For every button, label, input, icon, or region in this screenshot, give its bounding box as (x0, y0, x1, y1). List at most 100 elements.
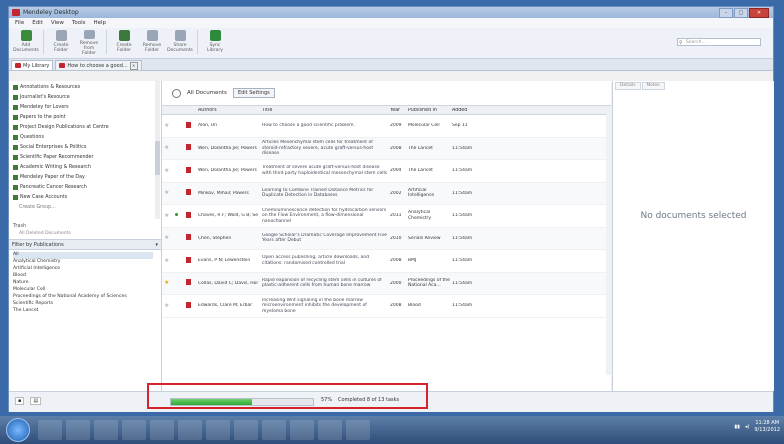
all-deleted-item[interactable]: All Deleted Documents (9, 231, 161, 239)
table-row[interactable]: ★ Chaves, R F; Wold, G B; Se Chemiluminesc… (162, 205, 611, 228)
table-row[interactable]: ★ Minkov, Mihail; Powers Learning to Combi… (162, 182, 611, 205)
sidebar-item[interactable]: Pancreatic Cancer Research (9, 182, 161, 192)
toolbar-button-4[interactable]: Remove Folder (139, 28, 165, 56)
tab-my-library[interactable]: My Library (11, 60, 54, 70)
chrome-icon[interactable] (150, 420, 174, 440)
filter-item[interactable]: Nature (13, 280, 161, 287)
sidebar-item[interactable]: Mendeley Paper of the Day (9, 172, 161, 182)
toolbar-button-6[interactable]: Sync Library (202, 28, 228, 56)
sidebar-item[interactable]: Journalist's Resource (9, 92, 161, 102)
filter-item[interactable]: Artificial Intelligence (13, 266, 161, 273)
panel-button[interactable]: ▤ (30, 397, 42, 405)
menu-edit[interactable]: Edit (32, 20, 43, 26)
menu-tools[interactable]: Tools (72, 20, 86, 26)
favorite-star-icon[interactable]: ★ (162, 280, 173, 287)
paint-icon[interactable] (234, 420, 258, 440)
sidebar-item[interactable]: Questions (9, 132, 161, 142)
toolbar-button-5[interactable]: Share Documents (167, 28, 193, 56)
start-button[interactable] (6, 418, 30, 442)
list-scrollbar[interactable] (606, 113, 611, 375)
scroll-thumb[interactable] (155, 141, 160, 175)
explorer-icon[interactable] (66, 420, 90, 440)
volume-icon[interactable]: ◂) (745, 424, 749, 430)
title-cell: Articles Mesenchymal stem cells for trea… (262, 140, 374, 156)
sidebar-item[interactable]: New Case Accounts (9, 192, 161, 202)
sidebar-scrollbar[interactable] (155, 81, 160, 219)
column-header[interactable]: Year (388, 108, 406, 113)
column-header[interactable]: Title (260, 108, 388, 113)
filter-dropdown[interactable]: Filter by Publications ▾ (9, 239, 161, 250)
sidebar-item[interactable]: Annotations & Resources (9, 82, 161, 92)
tool-icon[interactable] (346, 420, 370, 440)
minimize-button[interactable]: – (719, 8, 733, 18)
table-row[interactable]: ★ Wen, Dolantha Jie; Powers Articles Mesen… (162, 137, 611, 160)
authors-cell: Wen, Dolantha Jie; Powers (198, 168, 257, 173)
read-status-icon[interactable] (173, 213, 184, 219)
toolbar-button-1[interactable]: Create Folder (48, 28, 74, 56)
sidebar-item[interactable]: Project Design Publications at Centre (9, 122, 161, 132)
toggle-sidebar-button[interactable]: ▪ (15, 397, 25, 405)
skype-icon[interactable] (122, 420, 146, 440)
table-row[interactable]: ★ Evans, P N; Lewenstein Open access publi… (162, 250, 611, 273)
table-row[interactable]: ★ Edwards, Clare M; Erbar Increasing Wnt s… (162, 295, 611, 318)
group-icon (13, 194, 18, 200)
column-header[interactable]: Authors (196, 108, 260, 113)
title-cell: Rapid expansion of recycling stem cells … (262, 277, 382, 289)
tab-details[interactable]: Details (615, 82, 641, 90)
favorite-star-icon[interactable]: ★ (162, 235, 173, 242)
favorite-star-icon[interactable]: ★ (162, 303, 173, 310)
edit-settings-button[interactable]: Edit Settings (232, 88, 275, 98)
added-cell: 11:54am (452, 258, 473, 263)
favorite-star-icon[interactable]: ★ (162, 123, 173, 130)
filter-item[interactable]: The Lancet (13, 308, 161, 315)
filter-item[interactable]: Blood (13, 273, 161, 280)
year-cell: 2004 (390, 168, 402, 173)
menu-file[interactable]: File (15, 20, 24, 26)
sidebar-item[interactable]: Create Group... (9, 202, 161, 212)
filter-item[interactable]: All (13, 252, 153, 259)
details-tabs: Details Notes (613, 81, 774, 90)
tab-notes[interactable]: Notes (641, 82, 665, 90)
filter-item[interactable]: Proceedings of the National Academy of S… (13, 294, 161, 301)
filter-item[interactable]: Molecular Cell (13, 287, 161, 294)
published-in-cell: The Lancet (408, 145, 433, 151)
filter-item[interactable]: Scientific Reports (13, 301, 161, 308)
snip-icon[interactable] (262, 420, 286, 440)
column-header[interactable]: Added (450, 108, 490, 113)
menu-view[interactable]: View (51, 20, 64, 26)
ie-icon[interactable] (38, 420, 62, 440)
favorite-star-icon[interactable]: ★ (162, 213, 173, 220)
sidebar-item[interactable]: Scientific Paper Recommender (9, 152, 161, 162)
sidebar-item[interactable]: Papers to the point (9, 112, 161, 122)
media-icon[interactable] (94, 420, 118, 440)
toolbar-button-2[interactable]: Remove from Folder (76, 28, 102, 56)
mendeley-icon[interactable] (206, 420, 230, 440)
skype-2-icon[interactable] (178, 420, 202, 440)
toolbar-button-0[interactable]: Add Documents (13, 28, 39, 56)
sidebar-item[interactable]: Mendeley for Lovers (9, 102, 161, 112)
favorite-star-icon[interactable]: ★ (162, 168, 173, 175)
close-tab-icon[interactable]: × (129, 61, 138, 70)
table-row[interactable]: ★ Chen, Stephen Google Scholar's Dramatic … (162, 227, 611, 250)
excel-icon[interactable] (290, 420, 314, 440)
word-icon[interactable] (318, 420, 342, 440)
network-icon[interactable]: ▮▮ (734, 424, 740, 430)
close-button[interactable]: ✕ (749, 8, 769, 18)
tab-document[interactable]: How to choose a good... × (55, 60, 142, 70)
clock[interactable]: 11:28 AM 9/13/2012 (754, 420, 780, 434)
favorite-star-icon[interactable]: ★ (162, 145, 173, 152)
maximize-button[interactable]: □ (734, 8, 748, 18)
search-input[interactable]: ⚲ Search... (677, 38, 761, 46)
sidebar-item[interactable]: Social Enterprises & Politics (9, 142, 161, 152)
table-row[interactable]: ★ Alon, Uri How to choose a good scientifi… (162, 115, 611, 138)
toolbar-button-3[interactable]: Create Folder (111, 28, 137, 56)
favorite-star-icon[interactable]: ★ (162, 258, 173, 265)
table-row[interactable]: ★ Collas, David C; Davis, Hor Rapid expans… (162, 272, 611, 295)
trash-item[interactable]: Trash (9, 220, 161, 231)
sidebar-item[interactable]: Academic Writing & Research (9, 162, 161, 172)
table-row[interactable]: ★ Wen, Dolantha Jie; Powers Treatment of s… (162, 160, 611, 183)
column-header[interactable]: Published In (406, 108, 450, 113)
filter-item[interactable]: Analytical Chemistry (13, 259, 161, 266)
favorite-star-icon[interactable]: ★ (162, 190, 173, 197)
menu-help[interactable]: Help (94, 20, 107, 26)
